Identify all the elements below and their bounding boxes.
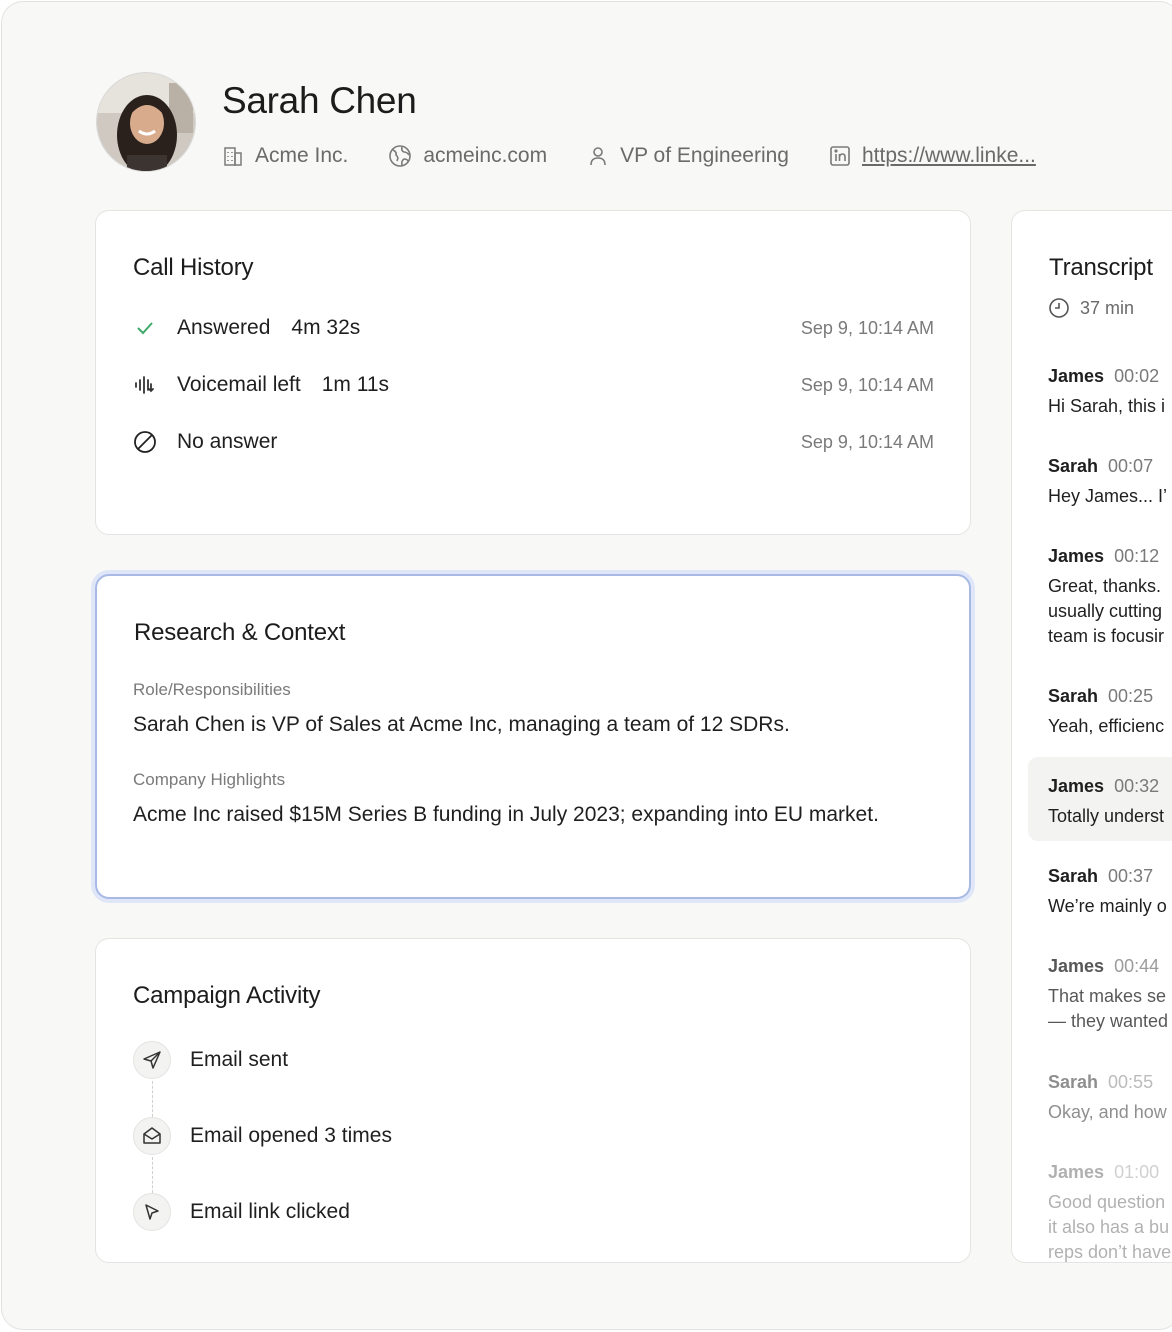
transcript-entry[interactable]: James 00:32 Totally underst bbox=[1048, 776, 1172, 829]
check-icon bbox=[133, 316, 157, 340]
transcript-text: — they wanted bbox=[1048, 1011, 1169, 1031]
campaign-item-label: Email link clicked bbox=[190, 1200, 350, 1223]
transcript-speaker: James bbox=[1048, 776, 1105, 796]
contact-name: Sarah Chen bbox=[222, 80, 417, 121]
transcript-text: Okay, and how bbox=[1048, 1102, 1167, 1122]
transcript-duration: 37 min bbox=[1048, 297, 1134, 319]
research-title: Research & Context bbox=[134, 619, 346, 646]
voicemail-icon bbox=[133, 373, 157, 397]
transcript-text: Yeah, efficienc bbox=[1048, 716, 1165, 736]
transcript-entry[interactable]: James 00:12 Great, thanks. usually cuttin… bbox=[1048, 546, 1172, 649]
transcript-text: Great, thanks. bbox=[1048, 576, 1162, 596]
transcript-timestamp: 00:44 bbox=[1114, 956, 1160, 976]
transcript-timestamp: 00:12 bbox=[1114, 546, 1160, 566]
call-label: Voicemail left bbox=[177, 373, 301, 396]
call-row[interactable]: Voicemail left 1m 11s Sep 9, 10:14 AM bbox=[133, 370, 934, 400]
transcript-speaker: Sarah bbox=[1048, 456, 1099, 476]
call-date: Sep 9, 10:14 AM bbox=[800, 431, 934, 452]
call-history-title: Call History bbox=[133, 254, 254, 281]
company-highlights-label: Company Highlights bbox=[133, 770, 286, 789]
company-highlights-text: Acme Inc raised $15M Series B funding in… bbox=[133, 803, 879, 826]
transcript-speaker: Sarah bbox=[1048, 1072, 1099, 1092]
call-row[interactable]: Answered 4m 32s Sep 9, 10:14 AM bbox=[133, 313, 934, 343]
company-meta: Acme Inc. bbox=[222, 144, 348, 168]
transcript-entry[interactable]: Sarah 00:25 Yeah, efficienc bbox=[1048, 686, 1172, 739]
role-responsibilities-label: Role/Responsibilities bbox=[133, 680, 291, 699]
transcript-text: Totally underst bbox=[1048, 806, 1165, 826]
transcript-timestamp: 00:37 bbox=[1108, 866, 1154, 886]
transcript-text: Hi Sarah, this i bbox=[1048, 396, 1166, 416]
role-meta: VP of Engineering bbox=[587, 144, 789, 168]
linkedin-meta[interactable]: https://www.linke... bbox=[829, 144, 1036, 168]
avatar bbox=[96, 72, 196, 172]
transcript-timestamp: 00:25 bbox=[1108, 686, 1154, 706]
campaign-card: Campaign Activity Email sent Email opene… bbox=[95, 938, 971, 1263]
linkedin-link[interactable]: https://www.linke... bbox=[862, 144, 1036, 168]
transcript-entry[interactable]: Sarah 00:07 Hey James... I’ bbox=[1048, 456, 1172, 509]
research-card[interactable]: Research & Context Role/Responsibilities… bbox=[95, 574, 971, 899]
transcript-timestamp: 00:55 bbox=[1108, 1072, 1154, 1092]
call-date: Sep 9, 10:14 AM bbox=[800, 374, 934, 395]
transcript-text: We’re mainly o bbox=[1048, 896, 1167, 916]
transcript-timestamp: 00:02 bbox=[1114, 366, 1160, 386]
call-label: Answered bbox=[177, 316, 271, 339]
role-responsibilities-text: Sarah Chen is VP of Sales at Acme Inc, m… bbox=[133, 713, 790, 736]
transcript-speaker: Sarah bbox=[1048, 866, 1099, 886]
transcript-entry[interactable]: Sarah 00:55 Okay, and how bbox=[1048, 1072, 1172, 1125]
person-icon bbox=[590, 147, 606, 166]
campaign-item-label: Email sent bbox=[190, 1048, 289, 1071]
no-answer-icon bbox=[133, 430, 157, 454]
globe-icon bbox=[389, 145, 412, 167]
transcript-entry[interactable]: James 00:02 Hi Sarah, this i bbox=[1048, 366, 1172, 419]
transcript-card: Transcript 37 min James 00:02 Hi Sarah, t… bbox=[1011, 210, 1172, 1263]
transcript-duration-value: 37 min bbox=[1080, 297, 1135, 318]
transcript-speaker: James bbox=[1048, 546, 1105, 566]
transcript-entry[interactable]: James 01:00 Good question it also has a b… bbox=[1048, 1162, 1172, 1262]
campaign-item[interactable]: Email link clicked bbox=[133, 1193, 350, 1231]
contact-panel: Sarah Chen Acme Inc. acmeinc.com VP of E… bbox=[1, 1, 1172, 1330]
call-row[interactable]: No answer Sep 9, 10:14 AM bbox=[133, 427, 934, 457]
website-meta[interactable]: acmeinc.com bbox=[388, 144, 547, 168]
linkedin-icon bbox=[830, 146, 850, 166]
transcript-text: Hey James... I’ bbox=[1048, 486, 1168, 506]
transcript-timestamp: 01:00 bbox=[1114, 1162, 1160, 1182]
transcript-text: team is focusir bbox=[1048, 626, 1165, 646]
campaign-item[interactable]: Email sent bbox=[133, 1041, 288, 1079]
call-label: No answer bbox=[177, 430, 278, 453]
transcript-text: it also has a bu bbox=[1048, 1217, 1170, 1237]
building-icon bbox=[224, 147, 242, 166]
company-name: Acme Inc. bbox=[255, 144, 349, 167]
transcript-speaker: James bbox=[1048, 366, 1105, 386]
website-link[interactable]: acmeinc.com bbox=[423, 144, 547, 168]
transcript-entry[interactable]: James 00:44 That makes se — they wanted bbox=[1048, 956, 1172, 1034]
call-duration: 1m 11s bbox=[321, 373, 390, 396]
contact-meta: Acme Inc. acmeinc.com VP of Engineering … bbox=[222, 142, 1076, 170]
transcript-timestamp: 00:07 bbox=[1108, 456, 1154, 476]
timeline-connector bbox=[152, 1081, 153, 1117]
cursor-icon bbox=[133, 1193, 171, 1231]
clock-icon bbox=[1049, 298, 1069, 318]
transcript-entry[interactable]: Sarah 00:37 We’re mainly o bbox=[1048, 866, 1172, 919]
timeline-connector bbox=[152, 1157, 153, 1193]
campaign-item[interactable]: Email opened 3 times bbox=[133, 1117, 392, 1155]
transcript-text: Good question bbox=[1048, 1192, 1166, 1212]
call-history-card: Call History Answered 4m 32s Sep 9, 10:1… bbox=[95, 210, 971, 535]
call-date: Sep 9, 10:14 AM bbox=[800, 317, 934, 338]
transcript-title: Transcript bbox=[1049, 254, 1153, 281]
transcript-text: That makes se bbox=[1048, 986, 1167, 1006]
transcript-speaker: James bbox=[1048, 956, 1105, 976]
call-duration: 4m 32s bbox=[291, 316, 361, 339]
campaign-title: Campaign Activity bbox=[133, 982, 321, 1009]
transcript-timestamp: 00:32 bbox=[1114, 776, 1160, 796]
transcript-text: reps don’t have bbox=[1048, 1242, 1172, 1262]
transcript-speaker: James bbox=[1048, 1162, 1105, 1182]
transcript-speaker: Sarah bbox=[1048, 686, 1099, 706]
send-icon bbox=[133, 1041, 171, 1079]
mail-open-icon bbox=[133, 1117, 171, 1155]
role-title: VP of Engineering bbox=[620, 144, 789, 167]
transcript-text: usually cutting bbox=[1048, 601, 1163, 621]
campaign-item-label: Email opened 3 times bbox=[190, 1124, 392, 1147]
